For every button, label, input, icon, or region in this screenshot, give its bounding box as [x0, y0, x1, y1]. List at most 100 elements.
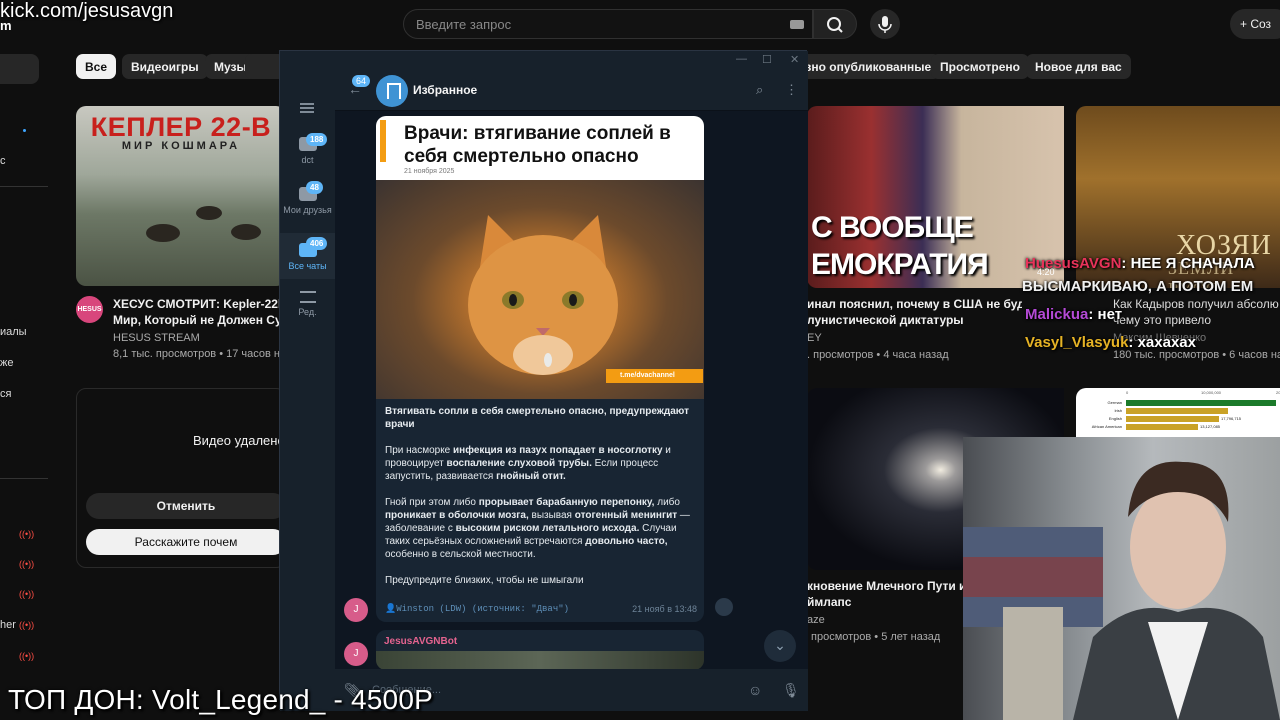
telegram-window[interactable]: — ☐ ✕ dct 188 Мои друзья 48 Все чаты 406…: [279, 50, 808, 711]
post-text-fragment: При насморке: [385, 445, 454, 456]
video-title[interactable]: ХЕСУС СМОТРИТ: Kepler-22b: [113, 296, 279, 312]
more-vertical-icon[interactable]: ⋮: [785, 82, 798, 98]
sidebar-item-home[interactable]: [0, 54, 39, 84]
bot-message[interactable]: JesusAVGNBot: [376, 630, 704, 669]
close-icon[interactable]: ✕: [790, 53, 799, 66]
video-title[interactable]: Как Кадыров получил абсолю: [1113, 296, 1280, 312]
search-icon[interactable]: ⌕: [756, 82, 763, 98]
post-lead: Втягивать сопли в себя смертельно опасно…: [385, 406, 689, 430]
post-header: Врачи: втягивание соплей в себя смертель…: [376, 116, 704, 180]
post-signature[interactable]: 👤Winston (LDW) (источник: "Двач"): [385, 604, 569, 614]
chip-all[interactable]: Все: [76, 54, 117, 79]
chat-username: Vasyl_Vlasyuk: [1025, 334, 1129, 351]
post-image-cat[interactable]: t.me/dvachannel: [376, 180, 704, 399]
voice-search-button[interactable]: [870, 9, 900, 39]
post-text-fragment: отогенный менингит: [574, 510, 678, 521]
video-meta: 8,1 тыс. просмотров • 17 часов н: [113, 348, 279, 360]
post-text-fragment: либо: [654, 497, 680, 508]
post-text-fragment: проникает в оболочки мозга,: [385, 510, 529, 521]
bot-name[interactable]: JesusAVGNBot: [384, 636, 457, 647]
video-duration: 4:20: [1037, 267, 1055, 277]
chip-videogames[interactable]: Видеоигры: [122, 54, 208, 79]
chart-row-label: English: [1109, 416, 1122, 421]
chip-new-for-you[interactable]: Новое для вас: [1026, 54, 1131, 79]
thumbnail-text: ЕМОКРАТИЯ: [811, 248, 989, 281]
unread-badge: 406: [306, 237, 328, 250]
unread-badge: 48: [306, 181, 323, 194]
sidebar-item-fragment[interactable]: же: [0, 357, 13, 369]
undo-button[interactable]: Отменить: [86, 493, 286, 519]
video-title[interactable]: Мир, Который не Должен Су: [113, 312, 279, 328]
cat-illustration: [468, 215, 618, 375]
chip-watched[interactable]: Просмотрено: [931, 54, 1030, 79]
live-icon: ((•)): [19, 589, 35, 599]
folder-label: Мои друзья: [283, 205, 332, 215]
chart-row-label: Irish: [1114, 408, 1122, 413]
menu-icon[interactable]: [300, 103, 314, 113]
unread-badge: 188: [306, 133, 328, 146]
maximize-icon[interactable]: ☐: [762, 53, 772, 66]
video-thumbnail-chart[interactable]: 0 10,000,000 20,000,000 German Irish English 1…: [1076, 388, 1280, 438]
tell-us-why-button[interactable]: Расскажите почем: [86, 529, 286, 555]
chat-text: : НЕЕ Я СНАЧАЛА: [1121, 255, 1255, 272]
search-button[interactable]: [813, 9, 857, 39]
sidebar-item-fragment[interactable]: ся: [0, 388, 11, 400]
channel-name[interactable]: aze: [807, 614, 825, 626]
post-text-fragment: Гной при этом либо: [385, 497, 479, 508]
sender-avatar[interactable]: J: [344, 642, 368, 666]
video-title[interactable]: чему это привело: [1113, 312, 1280, 328]
post-text-fragment: высоким риском летального исхода.: [455, 523, 640, 534]
folder-my-friends[interactable]: Мои друзья 48: [280, 181, 335, 231]
sender-avatar[interactable]: J: [344, 598, 368, 622]
sidebar-item-fragment[interactable]: с: [0, 155, 6, 167]
channel-tag: t.me/dvachannel: [606, 369, 703, 383]
post-date: 21 ноября 2025: [404, 168, 455, 175]
video-thumbnail-kepler[interactable]: КЕПЛЕР 22-В МИР КОШМАРА: [76, 106, 286, 286]
folder-all-chats[interactable]: Все чаты 406: [280, 233, 335, 279]
search-placeholder: Введите запрос: [416, 17, 512, 32]
chat-message: Malickua: нет: [1025, 306, 1122, 323]
chip-recently-published[interactable]: вно опубликованные: [798, 54, 941, 79]
sidebar-item-fragment[interactable]: her: [0, 619, 16, 631]
sidebar-item-fragment[interactable]: иалы: [0, 326, 27, 338]
scroll-down-button[interactable]: ⌄: [764, 630, 796, 662]
chart-row-label: German: [1108, 400, 1122, 405]
chart-tick-label: 10,000,000: [1201, 390, 1222, 395]
chat-username: Malickua: [1025, 306, 1089, 323]
chart-bar: [1126, 424, 1198, 430]
minimize-icon[interactable]: —: [736, 53, 747, 65]
live-icon: ((•)): [19, 529, 35, 539]
video-title[interactable]: инал пояснил, почему в США не будет: [807, 296, 1022, 312]
emoji-icon[interactable]: ☺: [748, 682, 762, 698]
video-title[interactable]: ймлапс: [807, 594, 963, 610]
chat-title[interactable]: Избранное: [413, 83, 477, 97]
creature-shape: [146, 224, 180, 242]
video-title[interactable]: кновение Млечного Пути и: [807, 578, 963, 594]
post-text-fragment: особенно в сельской местности.: [385, 549, 536, 560]
back-unread-badge: 64: [352, 75, 371, 87]
live-icon: ((•)): [19, 620, 35, 630]
video-title[interactable]: лунистической диктатуры: [807, 312, 1022, 328]
forwarded-post-message[interactable]: Врачи: втягивание соплей в себя смертель…: [376, 116, 704, 622]
message-list[interactable]: Врачи: втягивание соплей в себя смертель…: [335, 111, 808, 669]
new-content-dot: [23, 129, 26, 132]
folder-edit[interactable]: Ред.: [280, 285, 335, 325]
chart-row-label: African American: [1092, 424, 1122, 429]
youtube-search-input[interactable]: Введите запрос: [403, 9, 813, 39]
saved-messages-avatar[interactable]: [376, 75, 408, 107]
chart-bar: [1126, 400, 1276, 406]
microphone-icon[interactable]: 🎙︎: [782, 682, 800, 699]
folder-dct[interactable]: dct 188: [280, 129, 335, 179]
chart-bar: [1126, 408, 1228, 414]
chat-text: : хахахах: [1128, 334, 1196, 351]
create-button[interactable]: + Соз: [1230, 9, 1280, 39]
channel-avatar[interactable]: HESUS: [76, 296, 103, 323]
channel-name[interactable]: HESUS STREAM: [113, 332, 200, 344]
channel-name[interactable]: EY: [807, 332, 822, 344]
keyboard-icon[interactable]: [790, 20, 804, 29]
window-titlebar[interactable]: — ☐ ✕: [280, 51, 808, 69]
folders-sidebar: dct 188 Мои друзья 48 Все чаты 406 Ред.: [280, 69, 335, 711]
streamer-webcam: [963, 437, 1280, 720]
bot-image-preview[interactable]: [376, 651, 704, 669]
forward-icon[interactable]: [715, 598, 733, 616]
